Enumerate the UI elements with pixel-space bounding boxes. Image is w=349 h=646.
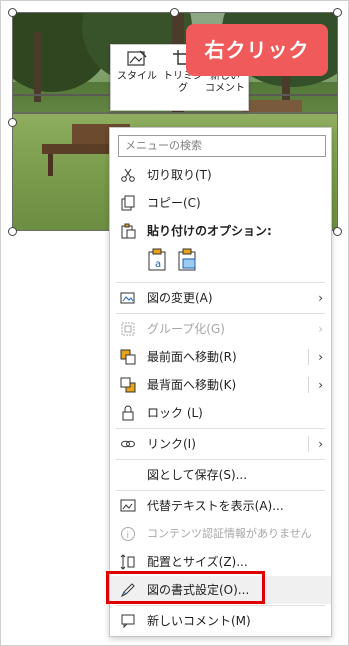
menu-item-bring-to-front[interactable]: 最前面へ移動(R) › (110, 343, 331, 371)
resize-handle-top[interactable] (170, 8, 179, 17)
menu-item-content-credentials: i コンテンツ認証情報がありません (110, 520, 331, 548)
style-button[interactable]: スタイル (117, 49, 157, 107)
alt-text-icon (120, 499, 136, 512)
submenu-arrow-icon: › (318, 437, 323, 451)
menu-search-input[interactable]: メニューの検索 (118, 135, 326, 157)
menu-item-new-comment[interactable]: 新しいコメント(M) (110, 607, 331, 635)
paste-icon (121, 223, 136, 239)
resize-handle-bottom-left[interactable] (8, 227, 17, 236)
resize-handle-left[interactable] (8, 118, 17, 127)
menu-item-lock[interactable]: ロック (L) (110, 399, 331, 427)
menu-item-cut[interactable]: 切り取り(T) (110, 161, 331, 189)
highlight-box (106, 571, 265, 604)
resize-handle-top-left[interactable] (8, 8, 17, 17)
menu-item-copy[interactable]: コピー(C) (110, 189, 331, 217)
paste-keep-source-icon[interactable]: a (147, 248, 169, 272)
scissors-icon (121, 168, 135, 182)
menu-item-link[interactable]: リンク(I) › (110, 430, 331, 458)
svg-text:a: a (155, 259, 161, 270)
resize-handle-bottom-right[interactable] (333, 227, 342, 236)
bring-front-icon (120, 349, 136, 365)
style-icon (127, 50, 147, 66)
send-back-icon (120, 377, 136, 393)
menu-item-group: グループ化(G) › (110, 315, 331, 343)
submenu-arrow-icon: › (318, 350, 323, 364)
copy-icon (121, 195, 135, 211)
right-click-callout: 右クリック (186, 24, 328, 76)
paste-picture-icon[interactable] (177, 248, 199, 272)
submenu-arrow-icon: › (318, 291, 323, 305)
submenu-arrow-icon: › (318, 322, 323, 336)
menu-item-save-as-picture[interactable]: 図として保存(S)... (110, 461, 331, 489)
svg-text:i: i (127, 531, 130, 541)
resize-handle-top-right[interactable] (333, 8, 342, 17)
new-comment-icon (121, 614, 135, 629)
menu-item-change-picture[interactable]: 図の変更(A) › (110, 284, 331, 312)
info-icon: i (121, 527, 135, 541)
menu-item-send-to-back[interactable]: 最背面へ移動(K) › (110, 371, 331, 399)
lock-icon (122, 405, 134, 421)
menu-item-paste-options: 貼り付けのオプション: (110, 217, 331, 245)
submenu-arrow-icon: › (318, 378, 323, 392)
context-menu: メニューの検索 切り取り(T) コピー(C) 貼り付けのオプション: a 図の変… (109, 127, 332, 637)
link-icon (121, 440, 135, 448)
menu-item-alt-text[interactable]: 代替テキストを表示(A)... (110, 492, 331, 520)
group-icon (121, 322, 135, 336)
size-icon (120, 554, 135, 570)
change-picture-icon (120, 292, 135, 304)
